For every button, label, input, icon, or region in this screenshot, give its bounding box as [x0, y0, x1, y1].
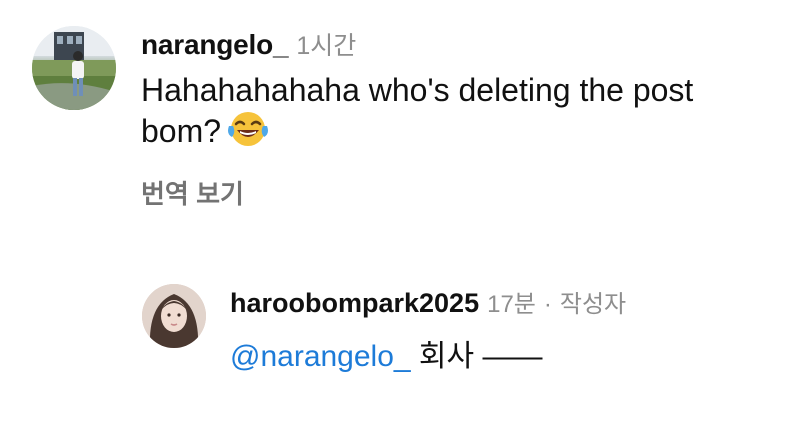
comment-text: Hahahahahaha who's deleting the post bom… — [141, 70, 791, 157]
comment-timestamp: 1시간 — [296, 32, 357, 60]
laughing-tears-emoji-icon — [227, 110, 269, 157]
comment-username[interactable]: narangelo_ — [141, 29, 289, 61]
reply-username[interactable]: haroobompark2025 — [230, 288, 479, 319]
comment-meta: narangelo_ 1시간 — [141, 26, 791, 62]
meta-separator: · — [543, 291, 552, 318]
comment-text-fragment: bom? — [141, 113, 222, 149]
comments-thread: narangelo_ 1시간 Hahahahahaha who's deleti… — [0, 0, 800, 429]
reply-body: haroobompark2025 17분 · 작성자 @narangelo_ 회… — [230, 284, 790, 375]
reply-text-content: 회사 —— — [410, 340, 543, 373]
avatar-photo — [32, 26, 116, 110]
reply-meta: haroobompark2025 17분 · 작성자 — [230, 284, 790, 319]
comment-body: narangelo_ 1시간 Hahahahahaha who's deleti… — [141, 26, 791, 157]
reply-timestamp: 17분 — [487, 291, 536, 318]
comment-text-line: Hahahahahaha who's deleting the post — [141, 72, 694, 108]
comment-text-line: bom? — [141, 110, 791, 157]
reply-text: @narangelo_ 회사 —— — [230, 331, 790, 375]
translate-button[interactable]: 번역 보기 — [141, 174, 244, 211]
avatar-photo — [142, 284, 206, 348]
avatar[interactable] — [142, 284, 206, 348]
avatar[interactable] — [32, 26, 116, 110]
author-badge: 작성자 — [559, 291, 627, 318]
mention-link[interactable]: @narangelo_ — [230, 340, 411, 373]
